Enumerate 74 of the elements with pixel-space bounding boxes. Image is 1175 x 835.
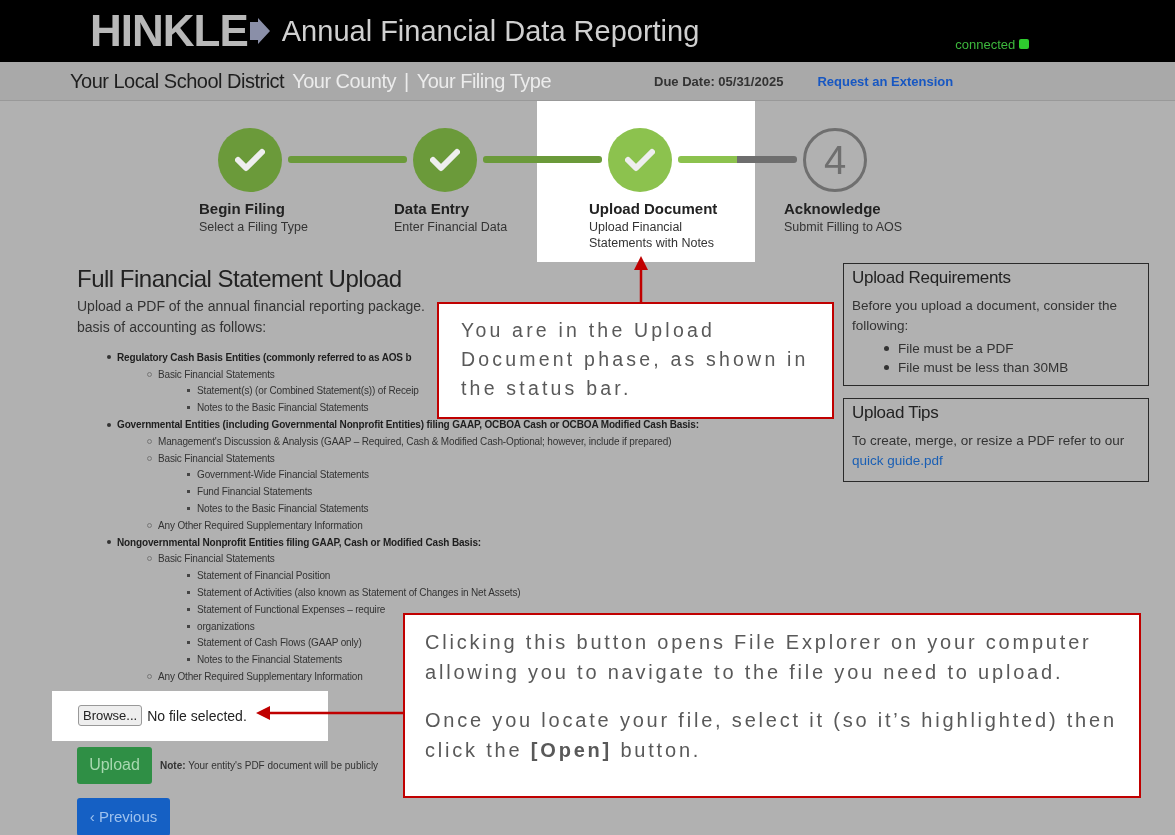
step-title: Upload Document [588, 200, 719, 217]
separator: | [404, 69, 409, 93]
panel-title: Upload Requirements [852, 268, 1012, 288]
list-item: Notes to the Basic Financial Statements [197, 503, 369, 515]
bullet-icon [187, 641, 190, 645]
callout-text: Once you locate your file, select it (so it’s highlighted) then click the [Open] button. [425, 708, 1118, 763]
county-name: Your County [292, 69, 396, 93]
step-subtitle: Upload Financial Statements with Notes [588, 220, 716, 252]
list-item: Any Other Required Supplementary Information [158, 671, 363, 683]
bullet-icon [187, 624, 190, 628]
step-subtitle: Submit Filling to AOS [783, 220, 904, 236]
list-item: Statement of Activities (also known as Statement of Changes in Net Assets) [197, 587, 521, 599]
list-item: Regulatory Cash Basis Entities (commonly referred to as AOS b [117, 351, 412, 363]
file-status: No file selected. [147, 707, 247, 724]
extension-link[interactable]: Request an Extension [817, 73, 954, 89]
note-text: Note: Your entity's PDF document will be publicly [160, 759, 379, 771]
callout-text: Clicking this button opens File Explorer on your computer allowing you to navigate to the file you need to upload. [425, 630, 1093, 685]
requirement-item: File must be a PDF [898, 340, 1014, 356]
step-title: Data Entry [393, 200, 471, 217]
step-title: Acknowledge [783, 200, 882, 217]
bullet-icon [884, 345, 889, 351]
list-item: Statement of Financial Position [197, 570, 331, 582]
intro-text: Upload a PDF of the annual financial reporting package. [77, 298, 425, 314]
step-subtitle: Enter Financial Data [393, 220, 509, 236]
step-subtitle: Select a Filing Type [198, 220, 309, 236]
list-item: Basic Financial Statements [158, 368, 275, 380]
bullet-icon [187, 591, 190, 595]
panel-text: Before you upload a document, consider the following: [852, 297, 1118, 336]
bullet-icon [187, 574, 190, 578]
bullet-icon [187, 490, 190, 494]
list-item: Any Other Required Supplementary Information [158, 519, 363, 531]
arrow-icon [249, 18, 270, 44]
step-number: 4 [803, 128, 867, 192]
list-item: Statement(s) (or Combined Statement(s)) of Receip [197, 385, 419, 397]
guide-link[interactable]: quick guide.pdf [852, 452, 943, 468]
bullet-icon [187, 473, 190, 477]
bullet-icon [107, 540, 111, 545]
bullet-icon [187, 607, 190, 611]
callout-text: You are in the Upload Document phase, as shown in the status bar. [461, 318, 810, 401]
logo-text: HINKLE [90, 6, 248, 56]
bullet-icon [187, 658, 190, 662]
bullet-icon [107, 422, 111, 427]
list-item: organizations [197, 620, 255, 632]
list-item: Management's Discussion & Analysis (GAAP – Required, Cash & Modified Cash-Optional; however, include if prepared) [158, 435, 672, 447]
status-indicator-icon [1019, 39, 1030, 49]
list-item: Government-Wide Financial Statements [197, 469, 369, 481]
upload-button[interactable]: Upload [77, 746, 152, 784]
panel-text: To create, merge, or resize a PDF refer to our quick guide.pdf [852, 431, 1126, 470]
step-title: Begin Filing [198, 200, 286, 217]
due-date: Due Date: 05/31/2025 [654, 73, 784, 89]
bullet-icon [187, 389, 190, 393]
panel-title: Upload Tips [852, 402, 940, 423]
intro-text: basis of accounting as follows: [77, 319, 267, 335]
bullet-icon [107, 355, 111, 360]
list-item: Nongovernmental Nonprofit Entities filing GAAP, Cash or Modified Cash Basis: [117, 536, 481, 548]
list-item: Governmental Entities (including Governmental Nonprofit Entities) filing GAAP, OCBOA Cash or OCBOA Modified Cash Basis: [117, 419, 699, 431]
app-title: Annual Financial Data Reporting [281, 14, 700, 48]
filing-type: Your Filing Type [416, 69, 552, 93]
page-heading: Full Financial Statement Upload [77, 265, 402, 293]
list-item: Statement of Cash Flows (GAAP only) [197, 637, 362, 649]
bullet-icon [187, 406, 190, 410]
list-item: Fund Financial Statements [197, 486, 313, 498]
list-item: Statement of Functional Expenses – require [197, 603, 386, 615]
previous-button[interactable]: ‹ Previous [77, 797, 170, 835]
list-item: Notes to the Financial Statements [197, 654, 343, 666]
list-item: Basic Financial Statements [158, 553, 275, 565]
list-item: Basic Financial Statements [158, 452, 275, 464]
list-item: Notes to the Basic Financial Statements [197, 402, 369, 414]
requirement-item: File must be less than 30MB [898, 359, 1069, 375]
connection-status: connected [955, 36, 1016, 52]
district-name: Your Local School District [70, 69, 285, 93]
bullet-icon [187, 507, 190, 511]
bullet-icon [884, 364, 889, 370]
browse-button[interactable]: Browse... [78, 705, 143, 727]
